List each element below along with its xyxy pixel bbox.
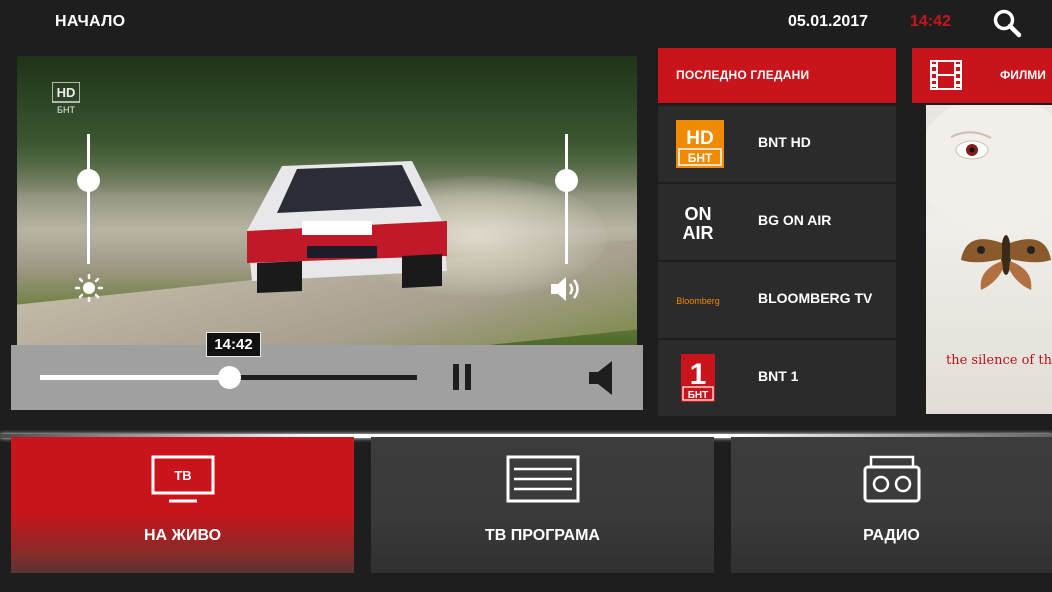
channel-item-bg-on-air[interactable]: ON AIR BG ON AIR xyxy=(658,184,896,260)
svg-text:HD: HD xyxy=(57,85,76,100)
bloomberg-logo: Bloomberg xyxy=(676,276,724,324)
film-strip-icon xyxy=(930,60,962,90)
film-poster[interactable]: the silence of the xyxy=(926,105,1052,414)
brightness-slider[interactable] xyxy=(77,134,100,264)
recently-watched-panel: ПОСЛЕДНО ГЛЕДАНИ HD БНТ BNT HD ON AIR BG… xyxy=(658,48,896,416)
clock-display: 14:42 xyxy=(910,13,951,30)
svg-text:БНТ: БНТ xyxy=(688,151,713,165)
svg-text:ТВ: ТВ xyxy=(174,468,191,483)
playback-controls xyxy=(11,345,643,410)
channel-watermark: HD БНТ xyxy=(51,81,81,116)
svg-text:1: 1 xyxy=(690,358,707,391)
channel-name: BNT HD xyxy=(758,134,811,150)
mute-button[interactable] xyxy=(588,360,616,396)
seek-bar[interactable] xyxy=(40,366,417,389)
tv-icon: ТВ xyxy=(151,455,215,510)
volume-slider[interactable] xyxy=(555,134,578,264)
tile-tv-guide[interactable]: ТВ ПРОГРАМА xyxy=(371,437,714,573)
tile-label: НА ЖИВО xyxy=(143,527,222,544)
brightness-slider-knob[interactable] xyxy=(77,169,100,192)
tile-radio[interactable]: РАДИО xyxy=(731,437,1052,573)
films-title: ФИЛМИ xyxy=(1000,68,1046,82)
radio-icon xyxy=(863,455,921,510)
channel-item-bnt-hd[interactable]: HD БНТ BNT HD xyxy=(658,106,896,182)
bnt-1-logo: 1 БНТ xyxy=(676,354,724,402)
svg-text:БНТ: БНТ xyxy=(57,105,75,115)
films-header[interactable]: ФИЛМИ xyxy=(912,48,1052,103)
seek-bar-knob[interactable] xyxy=(218,366,241,389)
seek-bar-progress xyxy=(40,375,229,380)
guide-icon xyxy=(506,455,580,508)
channel-name: BLOOMBERG TV xyxy=(758,290,873,306)
svg-text:HD: HD xyxy=(686,128,713,149)
channel-item-bnt-1[interactable]: 1 БНТ BNT 1 xyxy=(658,340,896,416)
top-bar: НАЧАЛО 05.01.2017 14:42 xyxy=(0,0,1052,46)
svg-text:AIR: AIR xyxy=(683,223,714,243)
svg-text:ON: ON xyxy=(685,204,712,224)
bnt-hd-logo: HD БНТ xyxy=(676,120,724,168)
home-link[interactable]: НАЧАЛО xyxy=(55,13,125,31)
video-player[interactable]: HD БНТ xyxy=(17,56,637,346)
tile-label: ТВ ПРОГРАМА xyxy=(485,527,600,544)
search-icon[interactable] xyxy=(992,8,1022,38)
date-display: 05.01.2017 xyxy=(788,13,869,30)
rally-car-image xyxy=(247,161,447,293)
seek-time-tooltip: 14:42 xyxy=(206,332,261,357)
tile-live-tv[interactable]: ТВ НА ЖИВО xyxy=(11,437,354,573)
volume-icon xyxy=(549,274,583,304)
channel-name: BNT 1 xyxy=(758,368,799,384)
tile-label: РАДИО xyxy=(863,527,920,544)
volume-slider-knob[interactable] xyxy=(555,169,578,192)
svg-text:БНТ: БНТ xyxy=(688,390,709,401)
svg-text:Bloomberg: Bloomberg xyxy=(676,296,720,306)
films-panel: ФИЛМИ the silence of the xyxy=(912,48,1052,414)
poster-title: the silence of the xyxy=(946,353,1052,368)
channel-item-bloomberg-tv[interactable]: Bloomberg BLOOMBERG TV xyxy=(658,262,896,338)
channel-name: BG ON AIR xyxy=(758,212,832,228)
poster-face-image xyxy=(926,105,1052,290)
recently-watched-header[interactable]: ПОСЛЕДНО ГЛЕДАНИ xyxy=(658,48,896,103)
bg-on-air-logo: ON AIR xyxy=(676,198,724,246)
pause-button[interactable] xyxy=(451,364,475,390)
brightness-icon xyxy=(74,273,104,303)
